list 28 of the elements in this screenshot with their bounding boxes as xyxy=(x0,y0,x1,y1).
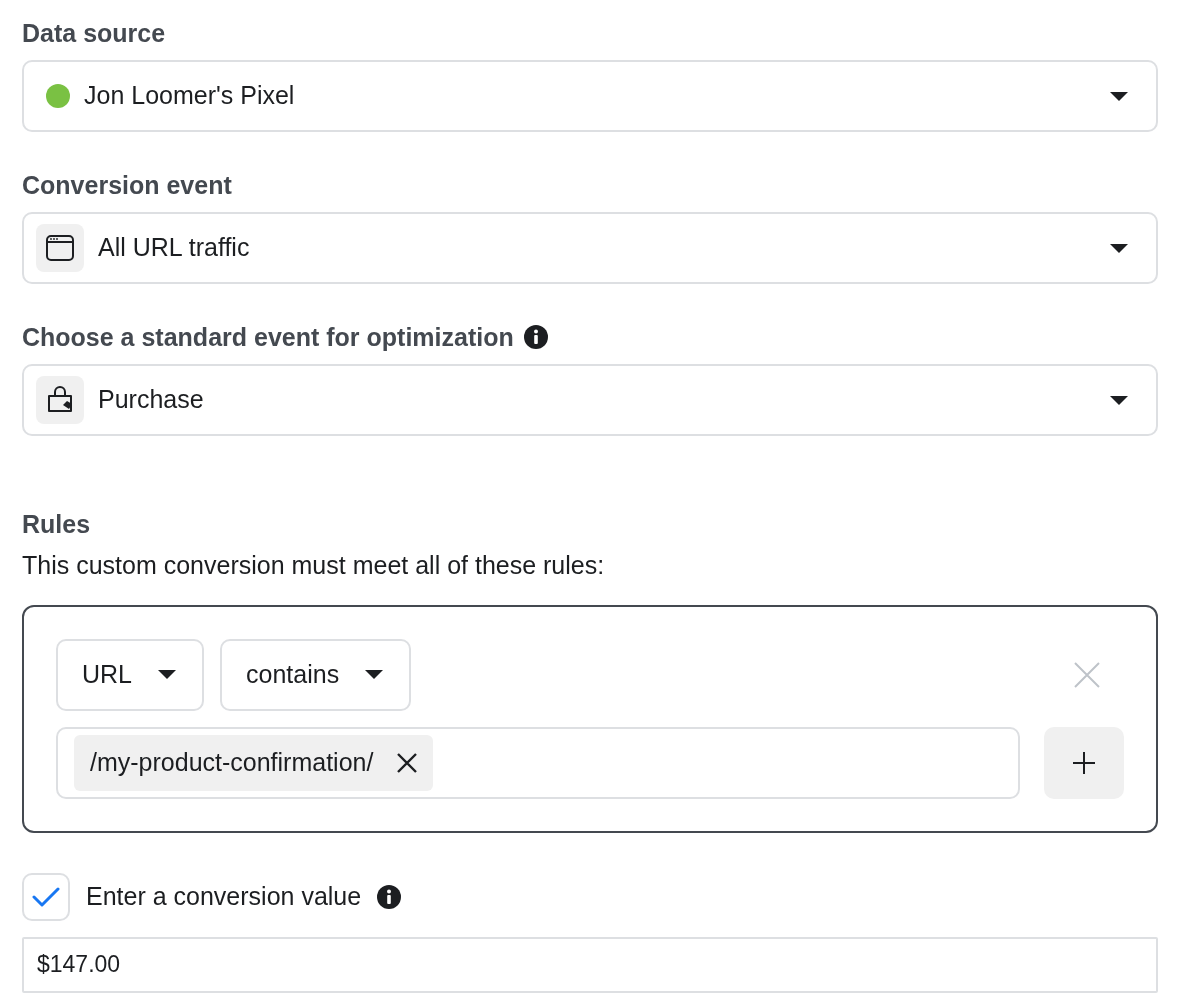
field-label: Data source xyxy=(22,18,166,48)
rule-operator-select[interactable]: contains xyxy=(220,638,412,711)
checkbox[interactable] xyxy=(22,872,70,921)
conversion-value-field[interactable]: $147.00 xyxy=(22,936,1158,993)
rule-value-field[interactable]: /my-product-confirmation/ xyxy=(56,726,1020,799)
info-icon xyxy=(523,325,548,349)
caret-icon xyxy=(1110,243,1128,253)
browser-window-icon xyxy=(45,233,75,263)
rule-field-select[interactable]: URL xyxy=(56,638,204,711)
shopping-bag-icon xyxy=(45,385,75,415)
data-source-dropdown[interactable]: Jon Loomer's Pixel xyxy=(22,60,1158,132)
rules-heading: Rules xyxy=(22,509,91,539)
close-icon xyxy=(1074,661,1100,688)
caret-icon xyxy=(1110,395,1128,405)
remove-tag-button[interactable] xyxy=(397,752,418,773)
caret-icon xyxy=(1110,91,1128,101)
field-label: Choose a standard event for optimization xyxy=(22,322,514,352)
standard-event-dropdown[interactable]: Purchase xyxy=(22,364,1158,436)
caret-icon xyxy=(158,670,176,679)
checkbox-label: Enter a conversion value xyxy=(86,880,362,912)
info-icon xyxy=(377,884,402,909)
plus-icon xyxy=(1073,751,1095,774)
field-label: Conversion event xyxy=(22,170,232,200)
conversion-event-dropdown[interactable]: All URL traffic xyxy=(22,212,1158,284)
rules-description: This custom conversion must meet all of these rules: xyxy=(22,550,606,581)
close-icon xyxy=(397,752,418,773)
caret-icon xyxy=(365,670,384,679)
tag-text: /my-product-confirmation/ xyxy=(90,746,374,778)
